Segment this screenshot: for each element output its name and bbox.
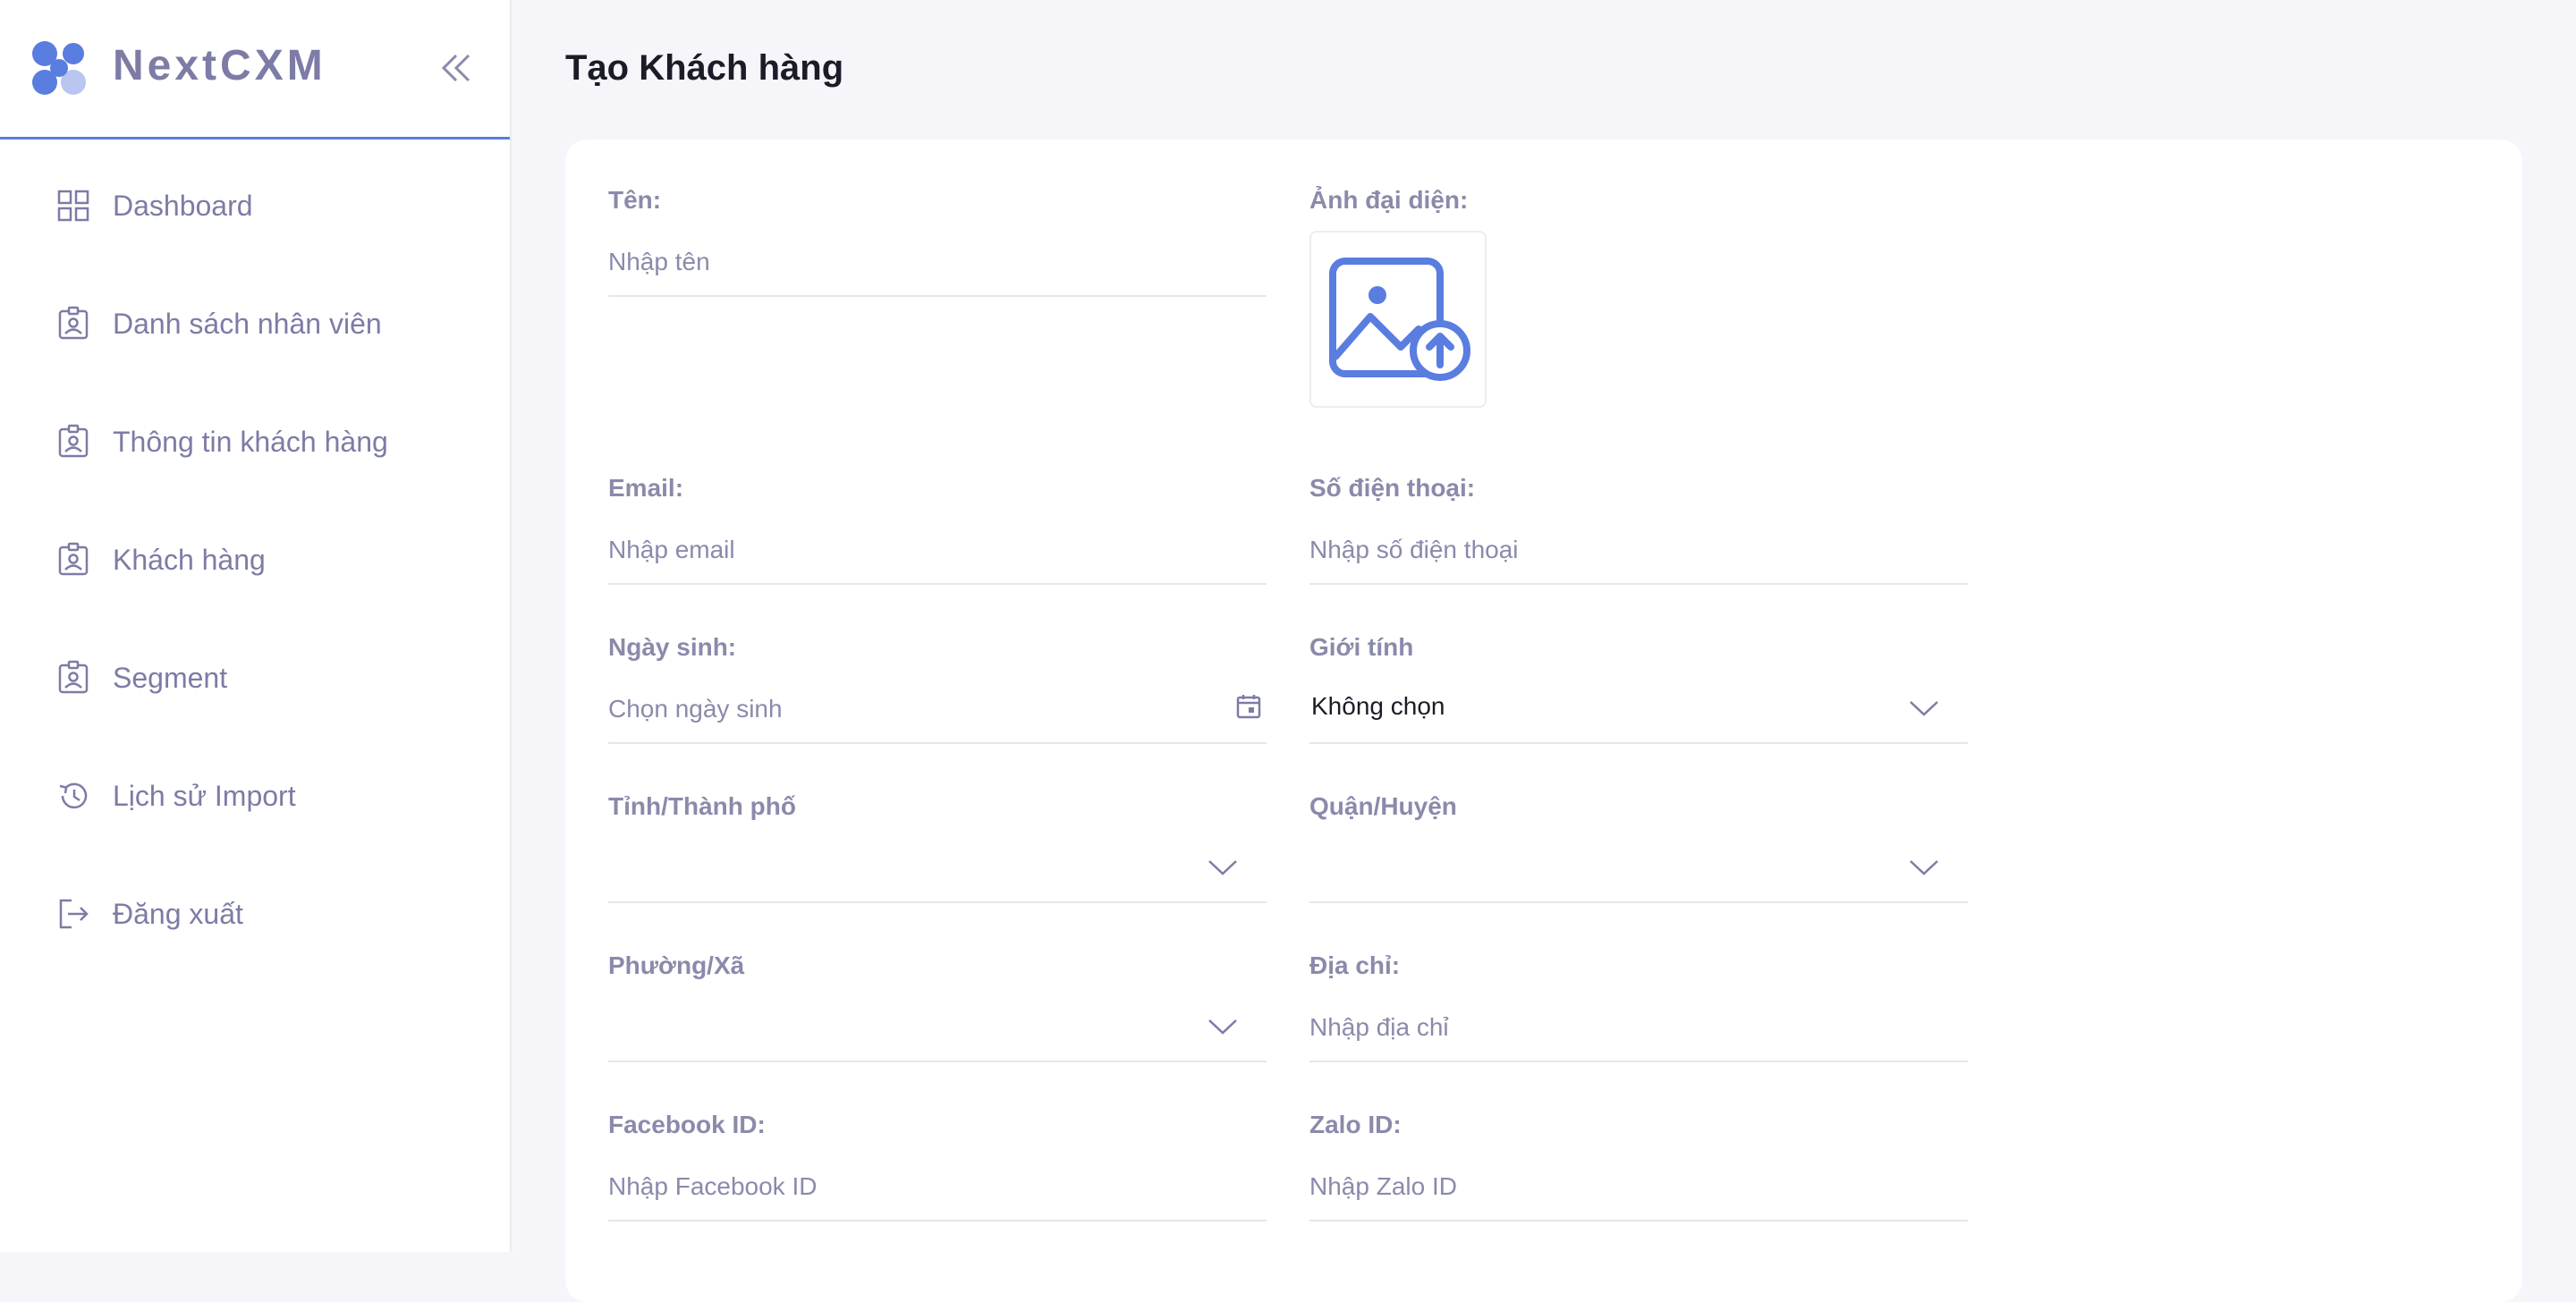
badge-icon xyxy=(58,542,89,576)
badge-icon xyxy=(58,306,89,340)
brand-header: NextCXM xyxy=(0,0,510,140)
sidebar-item-employees[interactable]: Danh sách nhân viên xyxy=(0,279,510,368)
avatar-label: Ảnh đại diện: xyxy=(1309,186,1469,214)
sidebar-item-label: Lịch sử Import xyxy=(113,780,296,812)
sidebar-item-label: Dashboard xyxy=(113,190,253,222)
sidebar-item-label: Khách hàng xyxy=(113,544,266,576)
logo-icon xyxy=(32,41,86,95)
image-upload-icon xyxy=(1329,258,1470,381)
chevron-down-icon xyxy=(1208,1019,1237,1035)
province-label: Tỉnh/Thành phố xyxy=(608,792,796,820)
gender-select[interactable]: Không chọn xyxy=(1309,687,1968,744)
sidebar-item-logout[interactable]: Đăng xuất xyxy=(0,869,510,959)
facebook-label: Facebook ID: xyxy=(608,1111,766,1138)
phone-input[interactable] xyxy=(1309,528,1968,585)
gender-label: Giới tính xyxy=(1309,633,1414,661)
district-select[interactable] xyxy=(1309,846,1968,903)
badge-icon xyxy=(58,660,89,694)
email-label: Email: xyxy=(608,474,684,502)
sidebar-item-dashboard[interactable]: Dashboard xyxy=(0,161,510,250)
name-label: Tên: xyxy=(608,186,662,214)
birthday-label: Ngày sinh: xyxy=(608,633,737,661)
facebook-id-input[interactable] xyxy=(608,1164,1267,1222)
collapse-sidebar-icon[interactable] xyxy=(436,48,476,88)
avatar-upload-button[interactable] xyxy=(1309,231,1487,408)
gender-select-value: Không chọn xyxy=(1311,692,1445,720)
calendar-icon[interactable] xyxy=(1234,692,1263,721)
sidebar-item-label: Danh sách nhân viên xyxy=(113,308,382,340)
province-select[interactable] xyxy=(608,846,1267,903)
zalo-id-input[interactable] xyxy=(1309,1164,1968,1222)
chevron-down-icon xyxy=(1910,701,1938,716)
zalo-label: Zalo ID: xyxy=(1309,1111,1402,1138)
brand-name: NextCXM xyxy=(113,42,326,89)
badge-icon xyxy=(58,424,89,458)
customer-form-card: Tên: Ảnh đại diện: Email: Số điện thoại:… xyxy=(565,140,2522,1302)
page-title: Tạo Khách hàng xyxy=(565,48,844,88)
sidebar-item-segment[interactable]: Segment xyxy=(0,633,510,723)
sidebar-item-customers[interactable]: Khách hàng xyxy=(0,515,510,604)
ward-select[interactable] xyxy=(608,1005,1267,1062)
sidebar-item-customer-info[interactable]: Thông tin khách hàng xyxy=(0,397,510,486)
ward-label: Phường/Xã xyxy=(608,951,745,979)
name-input[interactable] xyxy=(608,240,1267,297)
sidebar-item-import-history[interactable]: Lịch sử Import xyxy=(0,751,510,841)
chevron-down-icon xyxy=(1910,860,1938,875)
address-label: Địa chỉ: xyxy=(1309,951,1401,979)
email-input[interactable] xyxy=(608,528,1267,585)
address-input[interactable] xyxy=(1309,1005,1968,1062)
sidebar: NextCXM Dashboard Danh sách nhân viên Th… xyxy=(0,0,512,1252)
logout-icon xyxy=(59,899,89,929)
sidebar-item-label: Đăng xuất xyxy=(113,898,243,930)
district-label: Quận/Huyện xyxy=(1309,792,1457,820)
history-icon xyxy=(59,782,88,809)
phone-label: Số điện thoại: xyxy=(1309,474,1476,502)
grid-icon xyxy=(57,190,89,222)
birthday-input[interactable] xyxy=(608,687,1267,744)
sidebar-item-label: Thông tin khách hàng xyxy=(113,426,388,458)
sidebar-item-label: Segment xyxy=(113,662,228,694)
chevron-down-icon xyxy=(1208,860,1237,875)
